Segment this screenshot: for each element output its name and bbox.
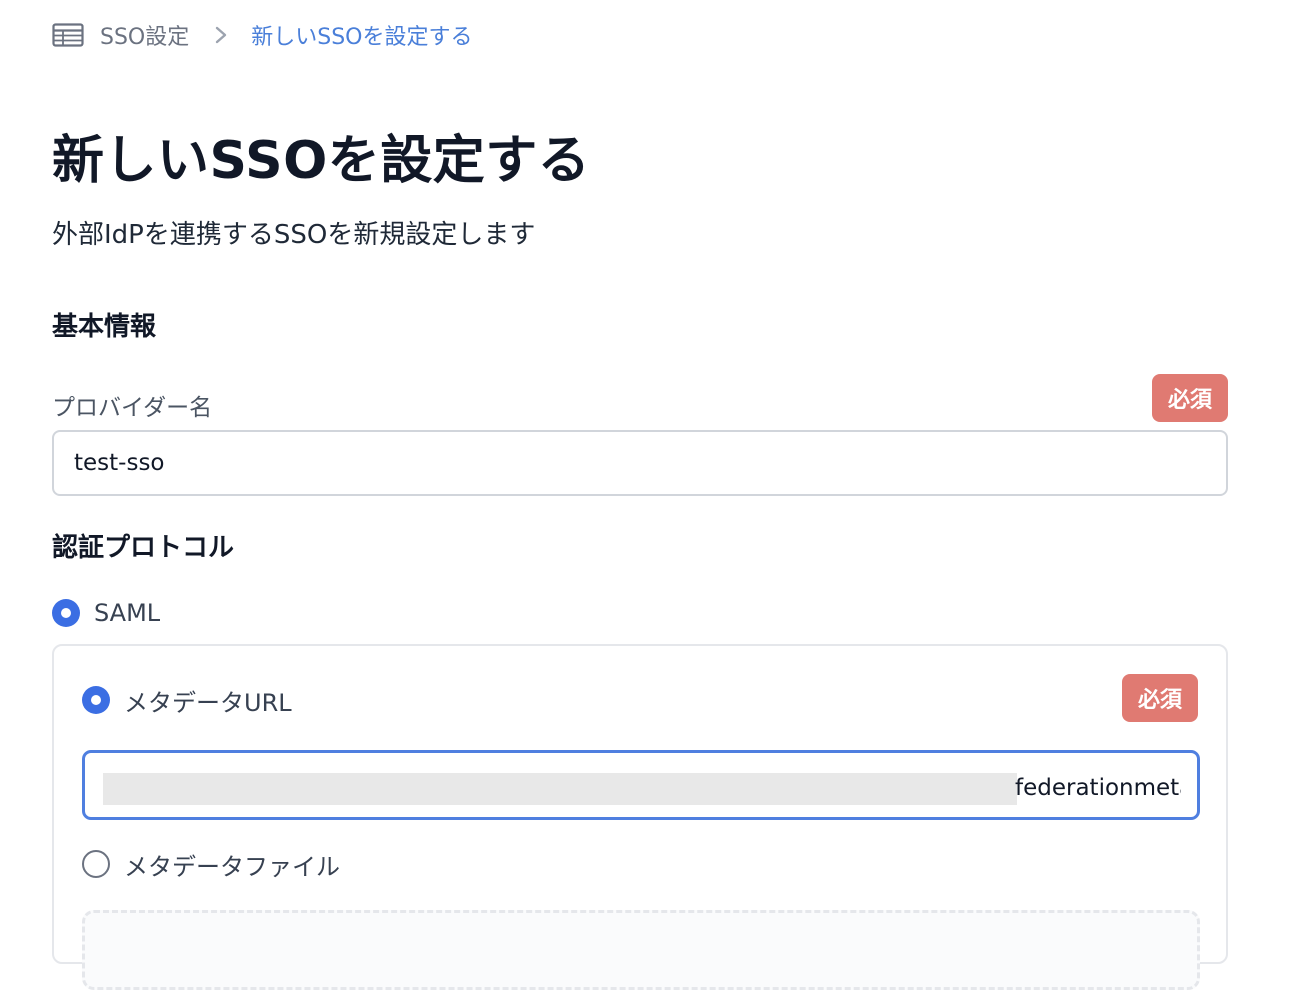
saml-settings-panel: メタデータURL 必須 federationmeta メタデータファイル xyxy=(52,644,1228,990)
metadata-url-option[interactable]: メタデータURL xyxy=(82,683,292,717)
table-icon xyxy=(52,22,86,48)
metadata-url-label[interactable]: メタデータURL xyxy=(124,683,292,718)
provider-name-required-badge: 必須 xyxy=(1152,374,1228,422)
page-title: 新しいSSOを設定する xyxy=(52,131,591,191)
radio-dot xyxy=(61,608,71,618)
metadata-url-input[interactable]: federationmeta xyxy=(82,750,1200,820)
metadata-file-label[interactable]: メタデータファイル xyxy=(124,847,340,882)
provider-name-label: プロバイダー名 xyxy=(52,395,213,421)
breadcrumb: SSO設定 新しいSSOを設定する xyxy=(52,18,473,52)
page-description: 外部IdPを連携するSSOを新規設定します xyxy=(52,220,536,250)
section-title-auth-protocol: 認証プロトコル xyxy=(52,533,235,563)
metadata-file-radio[interactable] xyxy=(82,850,110,878)
metadata-file-dropzone[interactable] xyxy=(82,910,1200,990)
metadata-file-option[interactable]: メタデータファイル xyxy=(82,847,340,881)
saml-radio[interactable] xyxy=(52,599,80,627)
provider-name-input[interactable] xyxy=(52,430,1228,496)
breadcrumb-root-link[interactable]: SSO設定 xyxy=(100,19,189,51)
metadata-url-required-badge: 必須 xyxy=(1122,674,1198,722)
saml-radio-label[interactable]: SAML xyxy=(94,599,160,627)
chevron-right-icon xyxy=(201,18,241,52)
breadcrumb-current-link[interactable]: 新しいSSOを設定する xyxy=(251,19,472,51)
protocol-option-saml[interactable]: SAML xyxy=(52,596,160,630)
redacted-url-text xyxy=(103,773,1017,805)
metadata-url-visible-text: federationmeta xyxy=(1015,775,1181,801)
radio-dot xyxy=(91,695,101,705)
section-title-basic-info: 基本情報 xyxy=(52,312,157,342)
metadata-url-radio[interactable] xyxy=(82,686,110,714)
